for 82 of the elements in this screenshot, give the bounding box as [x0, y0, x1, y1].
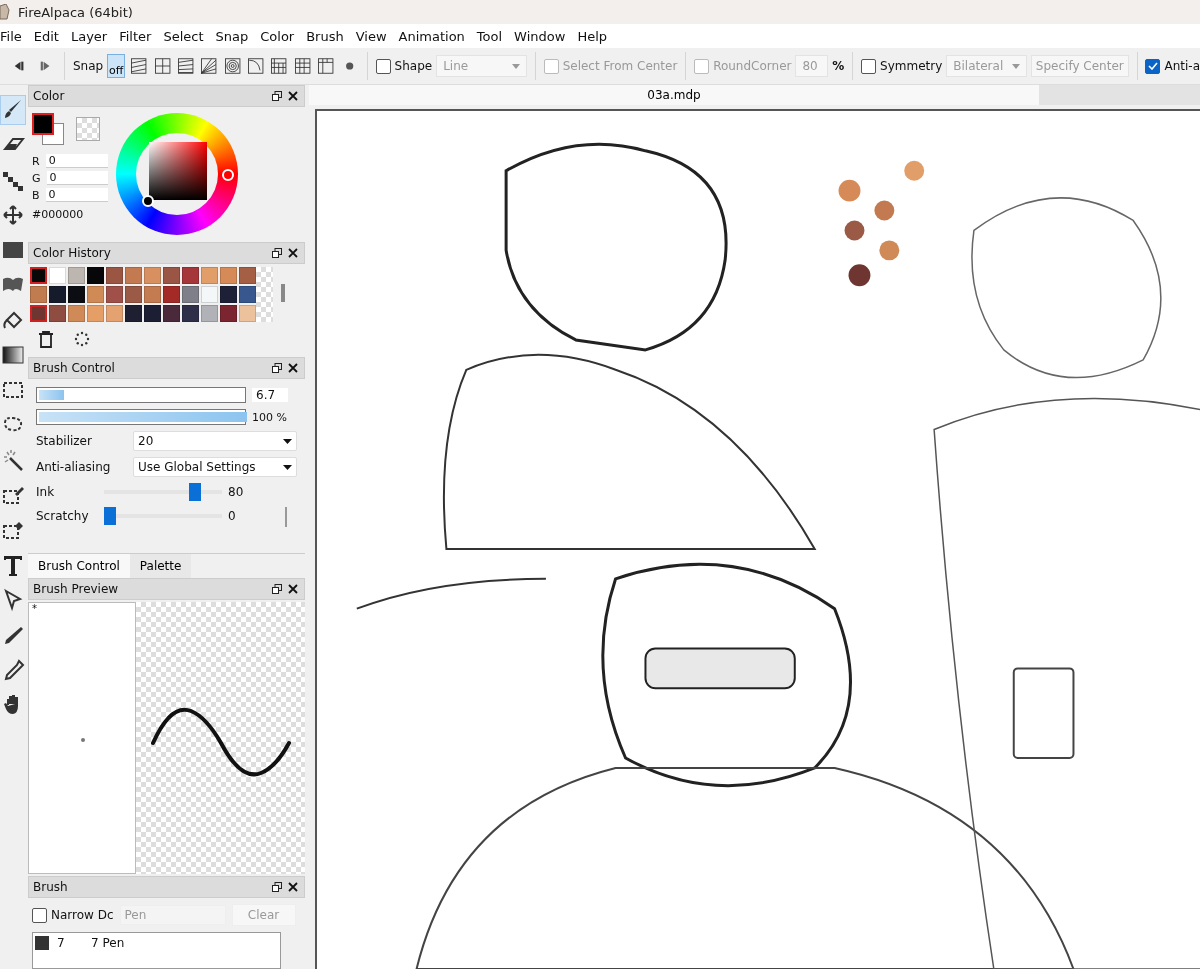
channel-field[interactable]: 0	[45, 188, 108, 202]
menu-item[interactable]: View	[351, 28, 395, 44]
menu-item[interactable]: File	[0, 28, 30, 44]
checkbox[interactable]	[1145, 58, 1161, 74]
app-icon	[0, 4, 10, 20]
close-icon[interactable]	[288, 363, 298, 373]
size-slider[interactable]	[36, 387, 246, 403]
menu-item[interactable]: Help	[573, 28, 615, 44]
menu-item[interactable]: Filter	[115, 28, 160, 44]
field-label: Stabilizer	[36, 434, 92, 448]
tip-mark: *	[32, 603, 37, 614]
slider-value: 80	[228, 485, 245, 499]
slider-thumb[interactable]	[104, 507, 116, 525]
foreground-background-swatch[interactable]	[32, 113, 64, 145]
panel-title: Color History	[33, 246, 111, 260]
transparent-swatch[interactable]	[76, 117, 100, 141]
size-field[interactable]: 6.7	[252, 388, 288, 402]
channel-label: G	[32, 171, 41, 185]
opacity-value: 100 %	[252, 410, 287, 424]
menu-item[interactable]: Select	[159, 28, 212, 44]
hex-value: #000000	[32, 208, 85, 221]
snap-label: Snap	[73, 59, 104, 73]
slider-label: Scratchy	[36, 509, 90, 523]
checkbox[interactable]	[861, 58, 877, 74]
close-icon[interactable]	[288, 248, 298, 258]
panel-title: Brush	[33, 880, 68, 894]
caret-icon	[1011, 63, 1020, 69]
field-label: Anti-aliasing	[36, 460, 111, 474]
menu-item[interactable]: Edit	[29, 28, 67, 44]
float-icon[interactable]	[272, 248, 282, 258]
caret-icon	[283, 464, 292, 470]
float-icon[interactable]	[272, 91, 282, 101]
caret-icon	[511, 63, 520, 69]
next-icon[interactable]	[40, 60, 51, 72]
menu-item[interactable]: Color	[256, 28, 303, 44]
document-tab[interactable]: 03a.mdp	[309, 85, 1039, 105]
panel-tab[interactable]: Brush Control	[28, 554, 130, 578]
caret-icon	[283, 438, 292, 444]
panel-title: Color	[33, 89, 65, 103]
checkbox-label: Narrow Dc	[51, 908, 114, 922]
snap-off-button[interactable]: off	[107, 54, 126, 78]
channel-label: B	[32, 188, 40, 202]
panel-title: Brush Preview	[33, 582, 119, 596]
transparent-swatch[interactable]	[256, 267, 273, 322]
panel-tab[interactable]: Palette	[129, 554, 192, 578]
color-swatch[interactable]	[30, 267, 47, 284]
slider-value: 0	[228, 509, 237, 523]
checkbox-label: Anti-a	[1164, 59, 1200, 73]
menu-item[interactable]: Window	[510, 28, 574, 44]
menu-item[interactable]: Tool	[472, 28, 511, 44]
window-title: FireAlpaca (64bit)	[18, 4, 133, 20]
brush-search-field[interactable]: Pen	[119, 905, 226, 925]
channel-label: R	[32, 154, 40, 168]
close-icon[interactable]	[288, 882, 298, 892]
float-icon[interactable]	[272, 882, 282, 892]
checkbox-label: RoundCorner	[713, 59, 792, 73]
trash-icon[interactable]	[38, 331, 54, 348]
float-icon[interactable]	[272, 584, 282, 594]
float-icon[interactable]	[272, 363, 282, 373]
close-icon[interactable]	[288, 584, 298, 594]
stabilizer-dropdown[interactable]: 20	[133, 431, 297, 451]
menu-item[interactable]: Brush	[302, 28, 352, 44]
checkbox-label: Select From Center	[562, 59, 678, 73]
loading-icon[interactable]	[74, 331, 90, 347]
brush-icon[interactable]	[0, 95, 26, 125]
previous-icon[interactable]	[14, 60, 25, 72]
panel-title: Brush Control	[33, 361, 115, 375]
channel-field[interactable]: 0	[46, 171, 108, 185]
slider-label: Ink	[36, 485, 56, 499]
slider-thumb[interactable]	[188, 483, 201, 501]
checkbox-label: Shape	[394, 59, 433, 73]
close-icon[interactable]	[288, 91, 298, 101]
menu-item[interactable]: Snap	[211, 28, 257, 44]
checkbox[interactable]	[32, 907, 47, 923]
checkbox-label: Symmetry	[880, 59, 943, 73]
color-swatch[interactable]	[30, 305, 47, 322]
checkbox[interactable]	[375, 58, 391, 74]
percent-label: %	[832, 59, 845, 73]
menu-item[interactable]: Animation	[394, 28, 473, 44]
channel-field[interactable]: 0	[45, 154, 108, 168]
anti-aliasing-dropdown[interactable]: Use Global Settings	[133, 457, 297, 477]
menu-item[interactable]: Layer	[66, 28, 116, 44]
